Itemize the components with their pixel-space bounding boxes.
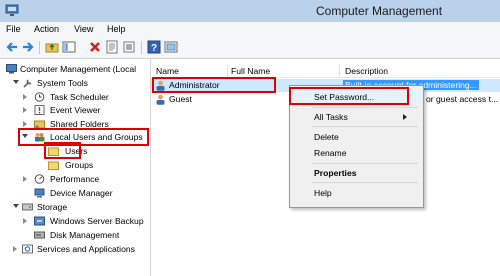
- tree-item-shared-folders[interactable]: Shared Folders: [0, 118, 150, 131]
- shared-folder-icon: [34, 120, 45, 129]
- tools-icon: [23, 79, 32, 88]
- clock-icon: [34, 92, 45, 102]
- tree-label: Local Users and Groups: [50, 132, 143, 142]
- cell-description: or guest access t...: [426, 94, 499, 104]
- menu-item-set-password[interactable]: Set Password...: [290, 90, 423, 104]
- menu-item-delete[interactable]: Delete: [290, 130, 423, 144]
- tree-label: Windows Server Backup: [50, 216, 144, 226]
- tree-label: Users: [65, 146, 88, 156]
- forward-arrow-icon[interactable]: [21, 40, 35, 54]
- delete-icon[interactable]: [88, 40, 102, 54]
- expand-arrow-icon[interactable]: [23, 121, 27, 127]
- expand-arrow-icon[interactable]: [23, 218, 27, 224]
- cell-name: Administrator: [169, 80, 220, 90]
- menu-view[interactable]: View: [74, 24, 93, 34]
- tree-label: Services and Applications: [37, 244, 135, 254]
- tree-item-system-tools[interactable]: System Tools: [0, 77, 150, 90]
- expand-arrow-icon[interactable]: [13, 246, 17, 252]
- cell-name: Guest: [169, 94, 192, 104]
- tree-item-performance[interactable]: Performance: [0, 173, 150, 186]
- tree-item-local-users-groups[interactable]: Local Users and Groups: [0, 131, 150, 144]
- storage-icon: [22, 203, 33, 211]
- folder-icon: [48, 147, 59, 156]
- computer-management-icon: [5, 4, 19, 16]
- tree-label: Performance: [50, 174, 100, 184]
- expand-arrow-icon[interactable]: [23, 94, 27, 100]
- context-menu: Set Password... All Tasks Delete Rename …: [289, 85, 424, 208]
- user-icon: [156, 94, 165, 105]
- help-icon[interactable]: ?: [147, 40, 161, 54]
- menu-file[interactable]: File: [6, 24, 21, 34]
- tree-item-users[interactable]: Users: [0, 145, 150, 158]
- tree-item-services-apps[interactable]: Services and Applications: [0, 243, 150, 256]
- tree-label: Groups: [65, 160, 94, 170]
- collapse-arrow-icon[interactable]: [13, 204, 19, 208]
- menu-bar: File Action View Help: [0, 22, 500, 38]
- collapse-arrow-icon[interactable]: [22, 134, 28, 138]
- tree-item-storage[interactable]: Storage: [0, 201, 150, 214]
- menu-item-properties[interactable]: Properties: [290, 166, 423, 180]
- folder-icon: [48, 161, 59, 170]
- tree-item-windows-server-backup[interactable]: Windows Server Backup: [0, 215, 150, 228]
- backup-icon: [34, 216, 45, 226]
- tree-item-disk-management[interactable]: Disk Management: [0, 229, 150, 242]
- toolbar: ?: [0, 37, 500, 59]
- computer-management-icon: [6, 64, 17, 74]
- submenu-arrow-icon: [403, 114, 407, 120]
- expand-arrow-icon[interactable]: [23, 107, 27, 113]
- tree-label: Device Manager: [50, 188, 113, 198]
- user-icon: [156, 80, 165, 91]
- tree-item-root[interactable]: Computer Management (Local: [0, 63, 150, 76]
- back-arrow-icon[interactable]: [5, 40, 19, 54]
- title-bar: Computer Management: [0, 0, 500, 22]
- tree-label: Storage: [37, 202, 68, 212]
- console-tree[interactable]: Computer Management (Local System Tools …: [0, 59, 151, 276]
- tree-label: Task Scheduler: [50, 92, 109, 102]
- tree-label: Event Viewer: [50, 105, 101, 115]
- menu-help[interactable]: Help: [107, 24, 126, 34]
- export-list-icon[interactable]: [122, 40, 136, 54]
- collapse-arrow-icon[interactable]: [13, 80, 19, 84]
- tree-label: Computer Management (Local: [20, 64, 137, 74]
- show-hide-tree-icon[interactable]: [62, 40, 76, 54]
- tree-label: System Tools: [37, 78, 88, 88]
- event-viewer-icon: [34, 105, 45, 115]
- device-manager-icon: [34, 188, 45, 198]
- tree-item-event-viewer[interactable]: Event Viewer: [0, 104, 150, 117]
- tree-label: Shared Folders: [50, 119, 109, 129]
- performance-icon: [34, 174, 45, 184]
- tree-item-device-manager[interactable]: Device Manager: [0, 187, 150, 200]
- show-pane-icon[interactable]: [164, 40, 178, 54]
- properties-icon[interactable]: [105, 40, 119, 54]
- tree-label: Disk Management: [50, 230, 120, 240]
- up-folder-icon[interactable]: [45, 40, 59, 54]
- menu-item-all-tasks[interactable]: All Tasks: [290, 110, 423, 124]
- tree-item-groups[interactable]: Groups: [0, 159, 150, 172]
- menu-item-help[interactable]: Help: [290, 186, 423, 200]
- window-title: Computer Management: [316, 4, 443, 18]
- users-group-icon: [35, 133, 45, 142]
- svg-text:?: ?: [151, 43, 157, 54]
- menu-item-rename[interactable]: Rename: [290, 146, 423, 160]
- disk-management-icon: [34, 231, 45, 239]
- menu-action[interactable]: Action: [34, 24, 59, 34]
- expand-arrow-icon[interactable]: [23, 176, 27, 182]
- tree-item-task-scheduler[interactable]: Task Scheduler: [0, 91, 150, 104]
- services-icon: [22, 244, 33, 254]
